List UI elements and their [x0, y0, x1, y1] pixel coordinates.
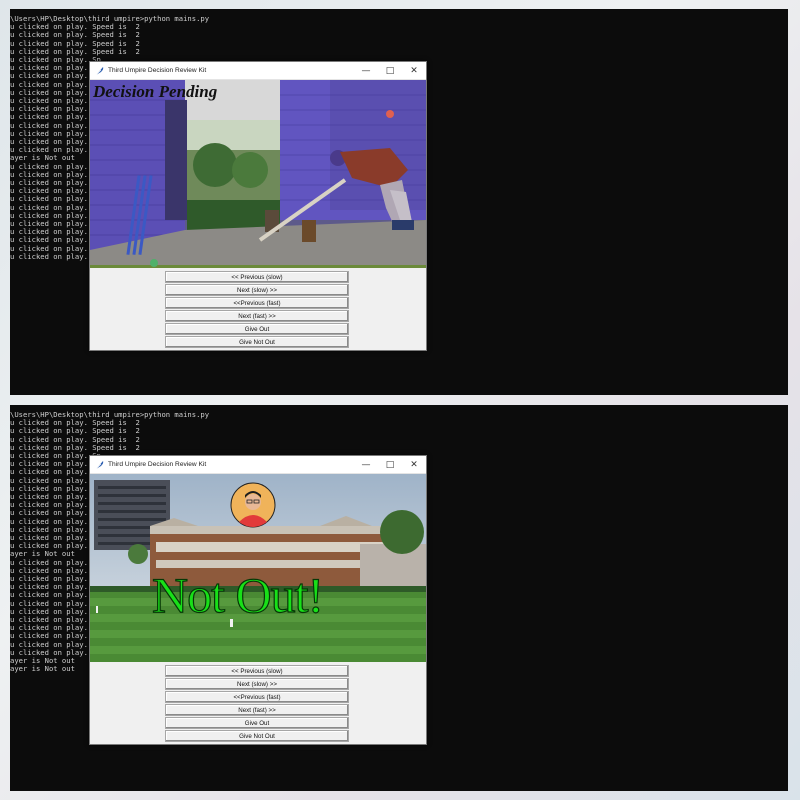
previous-fast-button[interactable]: <<Previous (fast)	[165, 691, 349, 703]
next-slow-button[interactable]: Next (slow) >>	[165, 678, 349, 690]
maximize-icon[interactable]: □	[378, 456, 402, 473]
video-frame: Not Out!	[90, 474, 426, 662]
next-fast-button[interactable]: Next (fast) >>	[165, 704, 349, 716]
console-window-bottom: \Users\HP\Desktop\third umpire>python ma…	[10, 405, 788, 791]
previous-slow-button[interactable]: << Previous (slow)	[165, 271, 349, 283]
previous-fast-button[interactable]: <<Previous (fast)	[165, 297, 349, 309]
decision-status-text: Not Out!	[151, 566, 324, 623]
control-buttons: << Previous (slow) Next (slow) >> <<Prev…	[90, 662, 426, 744]
give-out-button[interactable]: Give Out	[165, 323, 349, 335]
minimize-icon[interactable]: —	[354, 456, 378, 473]
control-buttons: << Previous (slow) Next (slow) >> <<Prev…	[90, 268, 426, 350]
avatar	[230, 482, 276, 528]
window-title: Third Umpire Decision Review Kit	[108, 461, 207, 468]
title-bar[interactable]: Third Umpire Decision Review Kit — □ ✕	[90, 62, 426, 80]
title-bar[interactable]: Third Umpire Decision Review Kit — □ ✕	[90, 456, 426, 474]
console-window-top: \Users\HP\Desktop\third umpire>python ma…	[10, 9, 788, 395]
maximize-icon[interactable]: □	[378, 62, 402, 79]
next-slow-button[interactable]: Next (slow) >>	[165, 284, 349, 296]
app-window: Third Umpire Decision Review Kit — □ ✕	[89, 455, 427, 745]
video-frame: Decision Pending	[90, 80, 426, 268]
feather-icon	[95, 460, 104, 469]
app-window: Third Umpire Decision Review Kit — □ ✕	[89, 61, 427, 351]
give-out-button[interactable]: Give Out	[165, 717, 349, 729]
window-title: Third Umpire Decision Review Kit	[108, 67, 207, 74]
give-not-out-button[interactable]: Give Not Out	[165, 336, 349, 348]
close-icon[interactable]: ✕	[402, 456, 426, 473]
close-icon[interactable]: ✕	[402, 62, 426, 79]
cricket-net-scene	[90, 80, 426, 268]
give-not-out-button[interactable]: Give Not Out	[165, 730, 349, 742]
next-fast-button[interactable]: Next (fast) >>	[165, 310, 349, 322]
feather-icon	[95, 66, 104, 75]
decision-status-text: Decision Pending	[93, 82, 218, 101]
previous-slow-button[interactable]: << Previous (slow)	[165, 665, 349, 677]
minimize-icon[interactable]: —	[354, 62, 378, 79]
